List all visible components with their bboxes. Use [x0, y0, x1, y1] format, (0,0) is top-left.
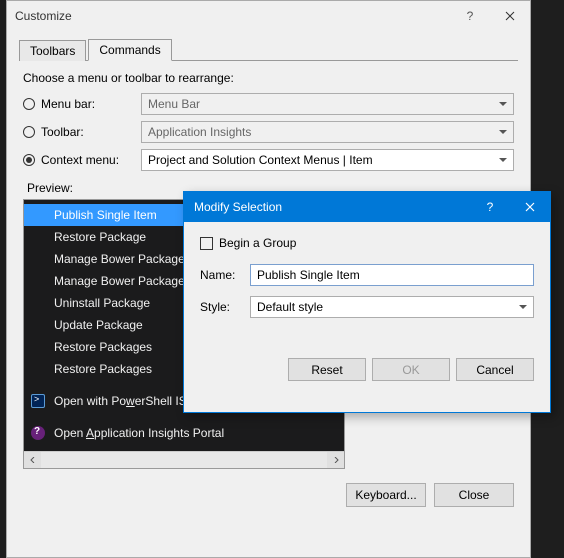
modify-selection-dialog: Modify Selection ? Begin a Group Name: S… — [183, 191, 551, 413]
radio-menubar[interactable] — [23, 98, 35, 110]
tab-toolbars[interactable]: Toolbars — [19, 40, 86, 61]
begin-group-checkbox[interactable] — [200, 237, 213, 250]
tab-row: Toolbars Commands — [19, 37, 518, 61]
help-icon[interactable]: ? — [450, 1, 490, 31]
context-dropdown[interactable]: Project and Solution Context Menus | Ite… — [141, 149, 514, 171]
toolbar-label: Toolbar: — [41, 125, 141, 139]
modify-title: Modify Selection — [194, 200, 470, 214]
cancel-button[interactable]: Cancel — [456, 358, 534, 381]
name-label: Name: — [200, 268, 250, 282]
help-icon[interactable]: ? — [470, 192, 510, 222]
begin-group-label: Begin a Group — [219, 236, 296, 250]
menubar-label: Menu bar: — [41, 97, 141, 111]
close-icon[interactable] — [510, 192, 550, 222]
close-button[interactable]: Close — [434, 483, 514, 507]
app-insights-icon — [30, 425, 46, 441]
rearrange-prompt: Choose a menu or toolbar to rearrange: — [23, 71, 514, 85]
modify-titlebar: Modify Selection ? — [184, 192, 550, 222]
list-item-app-insights[interactable]: Open Application Insights Portal — [24, 422, 344, 444]
scroll-right-icon[interactable] — [327, 452, 344, 469]
reset-button[interactable]: Reset — [288, 358, 366, 381]
radio-toolbar[interactable] — [23, 126, 35, 138]
context-label: Context menu: — [41, 153, 141, 167]
customize-titlebar: Customize ? — [7, 1, 530, 31]
style-label: Style: — [200, 300, 250, 314]
radio-context-menu[interactable] — [23, 154, 35, 166]
style-dropdown[interactable]: Default style — [250, 296, 534, 318]
scroll-left-icon[interactable] — [24, 452, 41, 469]
name-field[interactable] — [250, 264, 534, 286]
ok-button[interactable]: OK — [372, 358, 450, 381]
menubar-dropdown[interactable]: Menu Bar — [141, 93, 514, 115]
customize-title: Customize — [15, 9, 450, 23]
keyboard-button[interactable]: Keyboard... — [346, 483, 426, 507]
tab-commands[interactable]: Commands — [88, 39, 171, 61]
horizontal-scrollbar[interactable] — [24, 451, 344, 468]
close-icon[interactable] — [490, 1, 530, 31]
powershell-icon — [30, 393, 46, 409]
toolbar-dropdown[interactable]: Application Insights — [141, 121, 514, 143]
